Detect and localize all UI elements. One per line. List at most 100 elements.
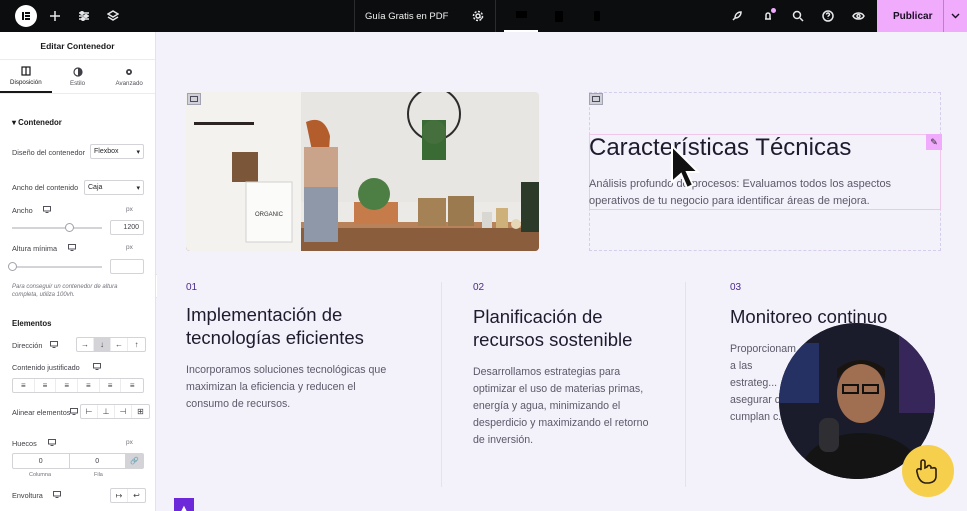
feature-number: 02 <box>473 282 485 293</box>
rocket-icon[interactable] <box>729 0 745 32</box>
responsive-desktop-icon[interactable] <box>53 491 61 500</box>
responsive-desktop-icon[interactable] <box>48 439 56 448</box>
fila-label: Fila <box>94 472 103 478</box>
direction-row-reverse-icon[interactable]: ← <box>111 338 128 351</box>
ancho-contenido-label: Ancho del contenido <box>12 183 79 192</box>
ancho-input[interactable]: 1200 <box>110 220 144 235</box>
container-handle-icon[interactable] <box>589 93 603 105</box>
huecos-label: Huecos <box>12 439 37 448</box>
bin-label: ORGANIC <box>255 212 284 218</box>
publish-button[interactable]: Publicar <box>877 0 967 32</box>
ancho-unit[interactable]: px <box>126 206 133 213</box>
add-element-icon[interactable] <box>46 0 64 32</box>
align-end-icon[interactable]: ⊣ <box>115 405 132 418</box>
page-settings-gear-icon[interactable] <box>470 0 486 32</box>
contenido-justificado-label: Contenido justificado <box>12 363 80 372</box>
link-icon[interactable]: 🔗 <box>126 454 143 468</box>
justify-buttons: ≡ ≡ ≡ ≡ ≡ ≡ <box>12 378 144 393</box>
contrast-icon <box>72 66 83 77</box>
huecos-columna-input[interactable]: 0 <box>13 454 70 468</box>
responsive-desktop-icon[interactable] <box>68 244 76 253</box>
panel-title: Editar Contenedor <box>0 32 155 60</box>
altura-input[interactable] <box>110 259 144 274</box>
container-handle-icon[interactable] <box>187 93 201 105</box>
search-icon[interactable] <box>790 0 806 32</box>
pointing-hand-icon <box>902 445 954 497</box>
mouse-cursor-icon <box>671 144 700 190</box>
diseno-label: Diseño del contenedor <box>12 148 86 157</box>
chevron-down-icon[interactable] <box>943 0 967 32</box>
altura-slider-handle[interactable] <box>8 262 17 271</box>
align-start-icon[interactable]: ⊢ <box>81 405 98 418</box>
feature-column-2: 02 Planificación de recursos sostenible … <box>473 282 653 449</box>
section-heading[interactable]: Características Técnicas <box>589 134 851 162</box>
desktop-view-icon[interactable] <box>504 0 538 32</box>
diseno-select[interactable]: Flexbox <box>90 144 144 159</box>
tab-estilo[interactable]: Estilo <box>52 60 104 93</box>
kitchen-photo[interactable]: ORGANIC <box>186 92 539 251</box>
direction-row-icon[interactable]: → <box>77 338 94 351</box>
huecos-unit[interactable]: px <box>126 439 133 446</box>
ancho-contenido-select[interactable]: Caja <box>84 180 144 195</box>
tablet-view-icon[interactable] <box>542 0 576 32</box>
align-buttons: ⊢ ⊥ ⊣ ⊞ <box>80 404 150 419</box>
tab-label: Disposición <box>10 78 42 86</box>
responsive-desktop-icon[interactable] <box>93 363 101 372</box>
layout-icon <box>21 65 31 76</box>
responsive-desktop-icon[interactable] <box>50 341 58 350</box>
justify-center-icon[interactable]: ≡ <box>35 379 57 392</box>
edit-pencil-icon[interactable]: ✎ <box>926 134 942 150</box>
feature-title[interactable]: Implementación de tecnologías eficientes <box>186 303 396 349</box>
wrap-buttons: ↦ ↩ <box>110 488 146 503</box>
preview-eye-icon[interactable] <box>850 0 866 32</box>
publish-label: Publicar <box>893 10 933 22</box>
huecos-fila-input[interactable]: 0 <box>70 454 126 468</box>
tab-label: Estilo <box>69 79 86 87</box>
ancho-slider-track[interactable] <box>12 227 102 229</box>
align-stretch-icon[interactable]: ⊞ <box>132 405 149 418</box>
kitchen-photo-illustration: ORGANIC <box>186 92 539 251</box>
justify-space-evenly-icon[interactable]: ≡ <box>121 379 143 392</box>
elementor-logo-icon[interactable] <box>14 0 38 32</box>
direction-column-reverse-icon[interactable]: ↑ <box>128 338 145 351</box>
help-icon[interactable] <box>820 0 836 32</box>
column-divider <box>441 282 442 487</box>
settings-sliders-icon[interactable] <box>75 0 93 32</box>
altura-label: Altura mínima <box>12 244 58 253</box>
feature-title[interactable]: Planificación de recursos sostenible <box>473 305 653 351</box>
section-contenedor-toggle[interactable]: ▾ Contenedor <box>12 118 62 127</box>
column-divider <box>685 282 686 487</box>
columna-label: Columna <box>29 472 52 478</box>
notifications-icon[interactable] <box>760 0 776 32</box>
align-center-icon[interactable]: ⊥ <box>98 405 115 418</box>
feature-text[interactable]: Desarrollamos estrategias para optimizar… <box>473 364 653 449</box>
feature-number: 01 <box>186 282 198 293</box>
document-title: Guía Gratis en PDF <box>365 10 449 22</box>
section-description[interactable]: Análisis profundo de procesos: Evaluamos… <box>589 176 919 210</box>
justify-space-around-icon[interactable]: ≡ <box>100 379 122 392</box>
responsive-desktop-icon[interactable] <box>70 408 78 417</box>
direction-column-icon[interactable]: ↓ <box>94 338 111 351</box>
device-switcher <box>504 0 624 32</box>
mobile-view-icon[interactable] <box>580 0 614 32</box>
tab-avanzado[interactable]: Avanzado <box>103 60 155 93</box>
feature-text[interactable]: Incorporamos soluciones tecnológicas que… <box>186 362 396 413</box>
tab-disposicion[interactable]: Disposición <box>0 60 52 93</box>
ancho-slider-handle[interactable] <box>65 223 74 232</box>
justify-space-between-icon[interactable]: ≡ <box>78 379 100 392</box>
justify-end-icon[interactable]: ≡ <box>56 379 79 392</box>
top-bar: Guía Gratis en PDF ⌄ Publicar <box>0 0 967 32</box>
section-contenedor-label: Contenedor <box>18 118 62 127</box>
altura-unit[interactable]: px <box>126 244 133 251</box>
add-section-icon[interactable]: ▲ <box>174 498 194 511</box>
altura-slider-track[interactable] <box>12 266 102 268</box>
nowrap-icon[interactable]: ↦ <box>111 489 128 502</box>
wrap-icon[interactable]: ↩ <box>128 489 145 502</box>
justify-start-icon[interactable]: ≡ <box>13 379 35 392</box>
responsive-desktop-icon[interactable] <box>43 206 51 215</box>
direccion-label: Dirección <box>12 341 43 350</box>
gear-icon <box>126 68 133 75</box>
panel-tabs: Disposición Estilo Avanzado <box>0 60 155 94</box>
altura-note: Para conseguir un contenedor de altura c… <box>12 284 118 298</box>
layers-icon[interactable] <box>104 0 122 32</box>
